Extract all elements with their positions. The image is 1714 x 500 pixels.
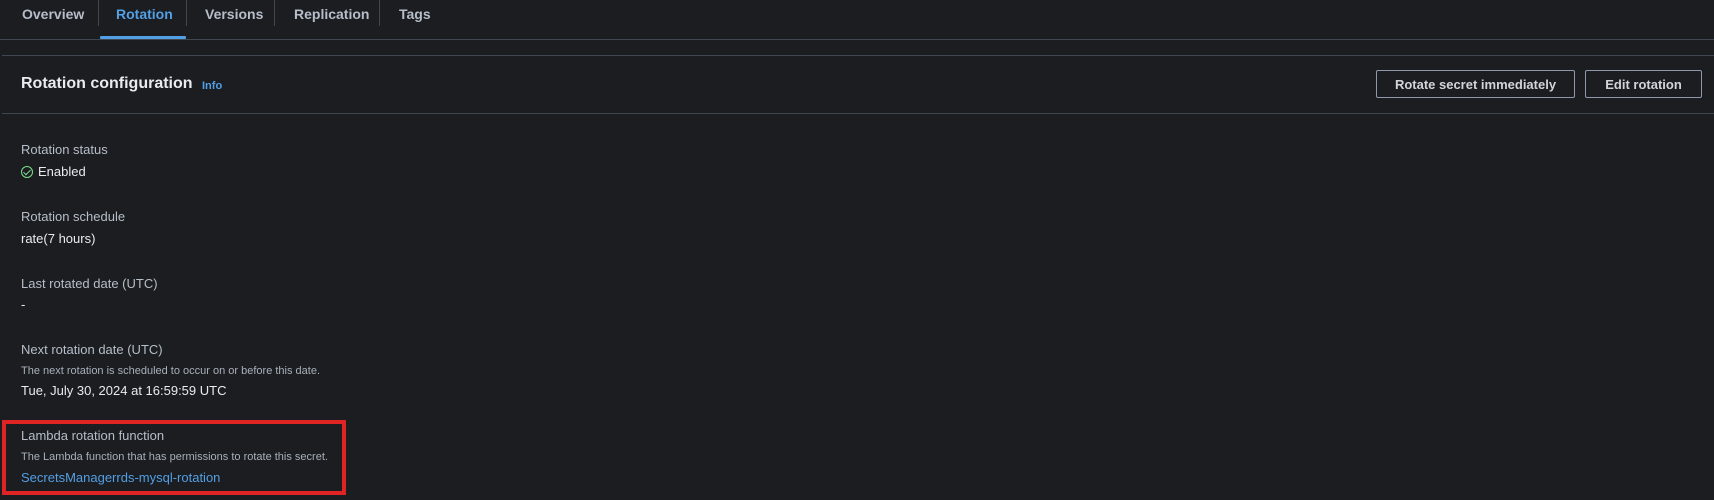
rotate-secret-button[interactable]: Rotate secret immediately xyxy=(1376,70,1575,98)
rotation-status-value: Enabled xyxy=(38,164,86,179)
panel-title: Rotation configuration xyxy=(21,75,193,92)
panel-header: Rotation configuration Info Rotate secre… xyxy=(2,56,1714,114)
tab-divider xyxy=(379,0,380,26)
rotation-schedule-label: Rotation schedule xyxy=(21,209,126,224)
tab-overview[interactable]: Overview xyxy=(22,0,84,40)
tab-tags[interactable]: Tags xyxy=(399,0,431,40)
tab-replication[interactable]: Replication xyxy=(294,0,369,40)
last-rotated-label: Last rotated date (UTC) xyxy=(21,276,158,291)
secret-details-page: Overview Rotation Versions Replication T… xyxy=(0,0,1714,500)
tab-divider xyxy=(186,0,187,26)
active-tab-indicator xyxy=(100,36,186,39)
edit-rotation-button[interactable]: Edit rotation xyxy=(1585,70,1702,98)
tab-rotation[interactable]: Rotation xyxy=(116,0,173,40)
tab-versions[interactable]: Versions xyxy=(205,0,263,40)
info-link[interactable]: Info xyxy=(202,80,222,92)
last-rotated-value: - xyxy=(21,297,26,312)
next-rotation-value: Tue, July 30, 2024 at 16:59:59 UTC xyxy=(21,383,227,398)
check-circle-icon xyxy=(21,165,33,178)
highlight-box xyxy=(2,420,346,495)
tab-bar: Overview Rotation Versions Replication T… xyxy=(0,0,1714,40)
rotation-status: Enabled xyxy=(21,164,86,179)
next-rotation-label: Next rotation date (UTC) xyxy=(21,342,163,357)
tab-divider xyxy=(274,0,275,26)
rotation-status-label: Rotation status xyxy=(21,142,108,157)
tab-divider xyxy=(98,0,99,26)
next-rotation-description: The next rotation is scheduled to occur … xyxy=(21,365,321,377)
rotation-schedule-value: rate(7 hours) xyxy=(21,231,96,246)
